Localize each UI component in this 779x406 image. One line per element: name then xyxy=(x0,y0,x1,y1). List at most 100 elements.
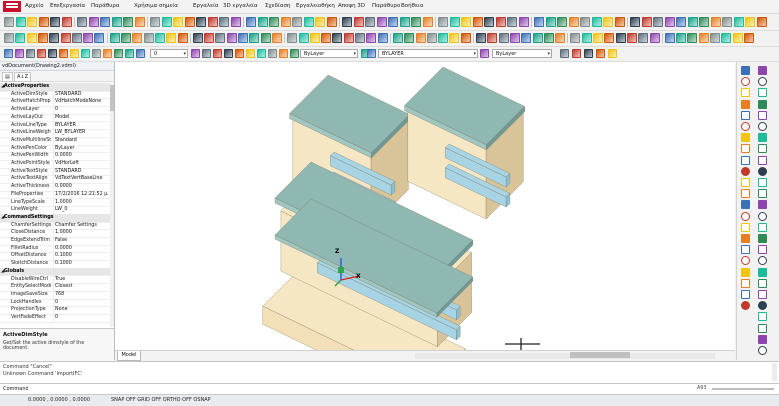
toolbar-tool-icon[interactable] xyxy=(532,33,543,43)
toolbar-tool-icon[interactable] xyxy=(664,33,675,43)
toolbar-tool-icon[interactable] xyxy=(649,33,660,43)
toolbar-tool-icon[interactable] xyxy=(15,33,26,43)
draw-tool-icon[interactable] xyxy=(758,88,767,98)
toolbar-tool-icon[interactable] xyxy=(580,17,590,27)
draw-tool-icon[interactable] xyxy=(741,290,750,299)
menu-window[interactable]: Παράθυρο xyxy=(372,3,400,9)
toolbar-tool-icon[interactable] xyxy=(70,49,79,58)
toolbar-tool-icon[interactable] xyxy=(438,33,449,43)
toolbar-tool-icon[interactable] xyxy=(103,49,112,58)
toolbar-tool-icon[interactable] xyxy=(507,17,517,27)
draw-tool-icon[interactable] xyxy=(758,133,767,143)
draw-tool-icon[interactable] xyxy=(741,222,750,232)
horizontal-scroll-thumb[interactable] xyxy=(570,352,630,358)
toolbar-tool-icon[interactable] xyxy=(224,49,233,58)
toolbar-tool-icon[interactable] xyxy=(560,49,569,58)
toolbar-tool-icon[interactable] xyxy=(472,17,483,27)
toolbar-tool-icon[interactable] xyxy=(557,17,567,27)
property-value[interactable]: 0.1000 xyxy=(53,260,112,268)
draw-tool-icon[interactable] xyxy=(758,245,767,255)
toolbar-tool-icon[interactable] xyxy=(687,17,698,27)
toolbar-tool-icon[interactable] xyxy=(38,17,49,27)
toolbar-tool-icon[interactable] xyxy=(50,17,60,27)
draw-tool-icon[interactable] xyxy=(758,66,767,75)
alphabetical-tab[interactable]: A↓Z xyxy=(14,72,32,82)
toolbar-tool-icon[interactable] xyxy=(280,17,291,27)
toolbar-tool-icon[interactable] xyxy=(326,17,337,27)
toolbar-tool-icon[interactable] xyxy=(392,33,403,43)
toolbar-tool-icon[interactable] xyxy=(615,33,626,43)
toolbar-tool-icon[interactable] xyxy=(246,49,255,58)
toolbar-tool-icon[interactable] xyxy=(37,49,46,58)
draw-tool-icon[interactable] xyxy=(758,144,767,154)
toolbar-tool-icon[interactable] xyxy=(166,33,177,43)
draw-tool-icon[interactable] xyxy=(741,66,750,75)
toolbar-tool-icon[interactable] xyxy=(572,49,581,58)
toolbar-tool-icon[interactable] xyxy=(596,49,605,58)
toolbar-tool-icon[interactable] xyxy=(26,49,35,58)
toolbar-tool-icon[interactable] xyxy=(745,17,755,27)
toolbar-tool-icon[interactable] xyxy=(143,33,154,43)
property-row[interactable]: VertFadeEffect 0 xyxy=(0,314,110,323)
property-value[interactable]: None xyxy=(53,306,112,314)
draw-tool-icon[interactable] xyxy=(758,122,767,131)
model-tab[interactable]: Model xyxy=(117,351,141,361)
toolbar-tool-icon[interactable] xyxy=(584,49,593,58)
toolbar-tool-icon[interactable] xyxy=(4,49,13,58)
toolbar-tool-icon[interactable] xyxy=(271,33,282,43)
toolbar-tool-icon[interactable] xyxy=(48,49,57,58)
toolbar-tool-icon[interactable] xyxy=(460,33,471,43)
toolbar-tool-icon[interactable] xyxy=(676,17,686,27)
toolbar-tool-icon[interactable] xyxy=(710,33,720,43)
property-value[interactable]: 0.1000 xyxy=(53,252,112,261)
toolbar-tool-icon[interactable] xyxy=(298,33,309,43)
draw-tool-icon[interactable] xyxy=(758,312,767,322)
draw-tool-icon[interactable] xyxy=(758,155,767,165)
toolbar-tool-icon[interactable] xyxy=(246,17,256,27)
toolbar-tool-icon[interactable] xyxy=(230,17,241,27)
property-value[interactable]: 1.0000 xyxy=(53,198,112,207)
draw-tool-icon[interactable] xyxy=(741,166,750,176)
toolbar-tool-icon[interactable] xyxy=(653,17,663,27)
property-value[interactable]: VdTextVertBaseLine xyxy=(53,175,112,184)
toolbar-tool-icon[interactable] xyxy=(604,33,615,43)
toolbar-tool-icon[interactable] xyxy=(722,17,732,27)
toolbar-tool-icon[interactable] xyxy=(269,17,279,27)
draw-tool-icon[interactable] xyxy=(741,267,750,277)
property-value[interactable]: BYLAYER xyxy=(53,121,112,130)
toolbar-tool-icon[interactable] xyxy=(664,17,675,27)
property-value[interactable]: 0 xyxy=(53,298,112,307)
draw-tool-icon[interactable] xyxy=(741,256,750,266)
toolbar-tool-icon[interactable] xyxy=(404,33,415,43)
draw-tool-icon[interactable] xyxy=(741,144,750,154)
toolbar-tool-icon[interactable] xyxy=(484,17,494,27)
toolbar-tool-icon[interactable] xyxy=(191,49,200,58)
property-value[interactable]: Standard xyxy=(53,136,112,145)
toolbar-tool-icon[interactable] xyxy=(184,17,195,27)
properties-scrollbar[interactable] xyxy=(110,83,114,327)
toolbar-tool-icon[interactable] xyxy=(109,33,120,43)
toolbar-tool-icon[interactable] xyxy=(202,49,211,58)
toolbar-tool-icon[interactable] xyxy=(71,33,82,43)
toolbar-tool-icon[interactable] xyxy=(480,49,489,58)
draw-tool-icon[interactable] xyxy=(741,88,750,98)
property-value[interactable]: Closest xyxy=(53,283,112,291)
toolbar-tool-icon[interactable] xyxy=(4,33,14,43)
toolbar-tool-icon[interactable] xyxy=(92,49,101,58)
toolbar-tool-icon[interactable] xyxy=(49,33,60,43)
property-value[interactable]: 0.0000 xyxy=(53,244,112,253)
draw-tool-icon[interactable] xyxy=(758,99,767,109)
property-value[interactable]: LW_0 xyxy=(53,206,112,214)
draw-tool-icon[interactable] xyxy=(758,77,767,87)
toolbar-tool-icon[interactable] xyxy=(365,17,375,27)
toolbar-tool-icon[interactable] xyxy=(568,17,579,27)
property-value[interactable]: STANDARD xyxy=(53,167,112,176)
toolbar-tool-icon[interactable] xyxy=(438,17,448,27)
draw-tool-icon[interactable] xyxy=(741,278,750,288)
toolbar-tool-icon[interactable] xyxy=(495,17,506,27)
draw-tool-icon[interactable] xyxy=(741,189,750,199)
draw-tool-icon[interactable] xyxy=(741,178,750,187)
draw-tool-icon[interactable] xyxy=(758,267,767,277)
toolbar-tool-icon[interactable] xyxy=(630,17,640,27)
draw-tool-icon[interactable] xyxy=(758,234,767,243)
